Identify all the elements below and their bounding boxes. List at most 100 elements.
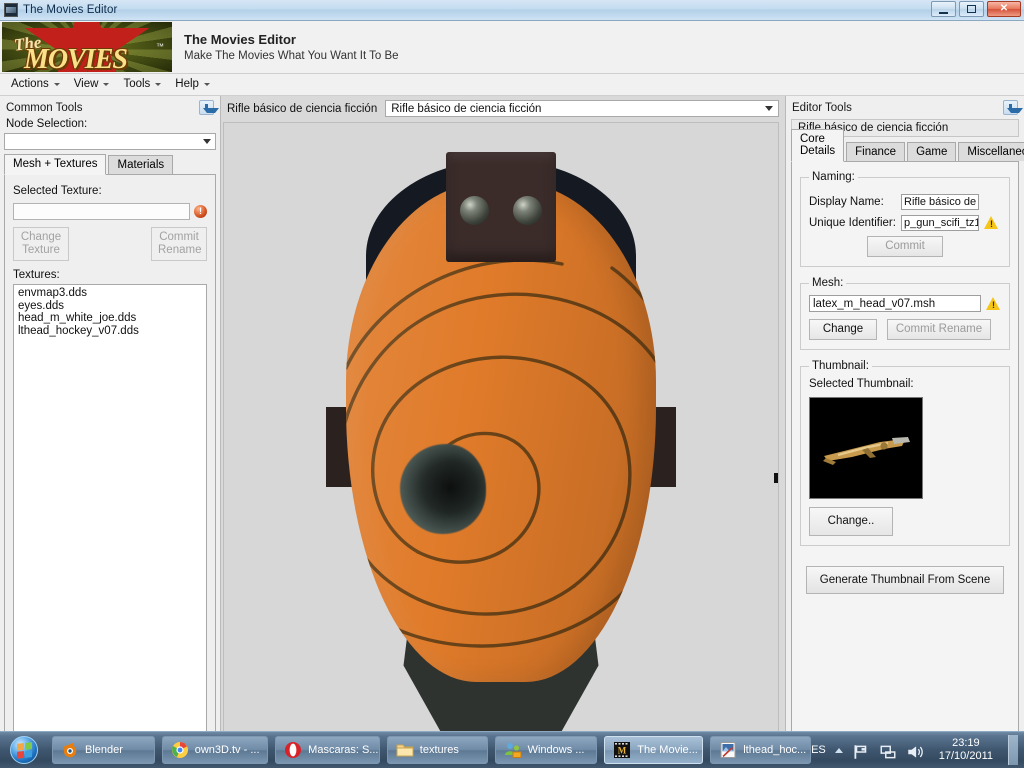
selected-texture-row: ! bbox=[13, 203, 207, 220]
sci-fi-rifle-thumbnail-icon bbox=[823, 437, 910, 465]
tab-finance[interactable]: Finance bbox=[846, 142, 906, 161]
minimize-icon bbox=[939, 9, 948, 14]
language-indicator[interactable]: ES bbox=[811, 744, 826, 756]
tab-miscellaneous[interactable]: Miscellaneous bbox=[958, 142, 1024, 161]
volume-icon[interactable] bbox=[906, 743, 924, 758]
chrome-icon bbox=[171, 741, 189, 759]
list-item[interactable]: envmap3.dds bbox=[17, 287, 203, 300]
network-flag-icon[interactable] bbox=[852, 743, 870, 759]
unique-identifier-label: Unique Identifier: bbox=[809, 217, 896, 229]
chevron-down-icon bbox=[765, 106, 773, 111]
generate-thumbnail-button[interactable]: Generate Thumbnail From Scene bbox=[806, 566, 1004, 594]
textures-listbox[interactable]: envmap3.dds eyes.dds head_m_white_joe.dd… bbox=[13, 284, 207, 757]
display-name-input[interactable]: Rifle básico de cie bbox=[901, 194, 979, 210]
model-goggles bbox=[446, 152, 556, 262]
naming-legend: Naming: bbox=[812, 171, 855, 183]
right-tab-strip: Core Details Finance Game Miscellaneous bbox=[791, 129, 1024, 162]
auto-hide-pin-icon[interactable] bbox=[1003, 100, 1023, 115]
taskbar-item-own3d[interactable]: own3D.tv - ... bbox=[161, 736, 269, 764]
goggle-lens-left bbox=[460, 196, 489, 225]
tab-mesh-textures[interactable]: Mesh + Textures bbox=[4, 154, 107, 175]
change-thumbnail-button[interactable]: Change.. bbox=[809, 507, 893, 536]
taskbar-item-the-movies[interactable]: M The Movie... bbox=[604, 736, 704, 764]
menu-help[interactable]: Help bbox=[170, 76, 217, 93]
menu-tools-label: Tools bbox=[123, 78, 151, 90]
unique-identifier-input[interactable]: p_gun_scifi_tz1 bbox=[901, 215, 979, 231]
mesh-textures-tab-body: Selected Texture: ! Change Texture Commi… bbox=[4, 174, 216, 764]
naming-group: Naming: Display Name: Rifle básico de ci… bbox=[800, 171, 1010, 267]
object-selector-bar: Rifle básico de ciencia ficción Rifle bá… bbox=[221, 96, 785, 118]
commit-button[interactable]: Commit bbox=[867, 236, 943, 257]
node-selection-dropdown[interactable] bbox=[4, 133, 216, 150]
logo-trademark: ™ bbox=[156, 42, 164, 51]
chevron-down-icon bbox=[155, 82, 162, 86]
list-item[interactable]: head_m_white_joe.dds bbox=[17, 312, 203, 325]
maximize-button[interactable] bbox=[959, 1, 984, 17]
core-details-tab-body: Naming: Display Name: Rifle básico de ci… bbox=[791, 161, 1019, 764]
object-combo-value: Rifle básico de ciencia ficción bbox=[391, 102, 542, 115]
tab-game[interactable]: Game bbox=[907, 142, 957, 161]
commit-row: Commit bbox=[809, 236, 1001, 257]
menu-view[interactable]: View bbox=[69, 76, 117, 93]
work-area: Common Tools Node Selection: Mesh + Text… bbox=[0, 96, 1024, 768]
show-desktop-button[interactable] bbox=[1008, 735, 1018, 765]
selected-texture-input[interactable] bbox=[13, 203, 190, 220]
chevron-down-icon bbox=[53, 82, 60, 86]
image-editor-icon bbox=[719, 741, 737, 759]
list-item[interactable]: lthead_hockey_v07.dds bbox=[17, 325, 203, 338]
taskbar-item-blender[interactable]: Blender bbox=[52, 736, 155, 764]
thumbnail-preview[interactable] bbox=[809, 397, 923, 499]
title-bar: The Movies Editor ✕ bbox=[0, 0, 1024, 21]
3d-model-viewport[interactable] bbox=[223, 122, 779, 762]
mesh-legend: Mesh: bbox=[812, 277, 844, 289]
commit-rename-texture-button[interactable]: Commit Rename bbox=[151, 227, 207, 261]
brand-header: The MOVIES ™ The Movies Editor Make The … bbox=[0, 21, 1024, 74]
system-tray: ES 23:19 17/10/2011 bbox=[811, 735, 1024, 765]
clock[interactable]: 23:19 17/10/2011 bbox=[933, 737, 999, 763]
change-texture-button[interactable]: Change Texture bbox=[13, 227, 69, 261]
menu-bar: Actions View Tools Help bbox=[0, 74, 1024, 96]
taskbar-item-mascaras[interactable]: Mascaras: S... bbox=[275, 736, 380, 764]
warning-icon bbox=[986, 296, 1001, 311]
taskbar-item-windows-live[interactable]: Windows ... bbox=[494, 736, 598, 764]
menu-tools[interactable]: Tools bbox=[118, 76, 168, 93]
display-name-label: Display Name: bbox=[809, 196, 884, 208]
chevron-down-icon bbox=[103, 82, 110, 86]
taskbar-item-label: own3D.tv - ... bbox=[194, 744, 260, 756]
change-mesh-button[interactable]: Change bbox=[809, 319, 877, 340]
object-combo[interactable]: Rifle básico de ciencia ficción bbox=[385, 100, 779, 117]
common-tools-header: Common Tools bbox=[0, 96, 220, 117]
taskbar-item-label: Blender bbox=[85, 744, 123, 756]
taskbar-item-textures[interactable]: textures bbox=[386, 736, 488, 764]
mesh-input[interactable]: latex_m_head_v07.msh bbox=[809, 295, 981, 312]
list-item[interactable]: eyes.dds bbox=[17, 300, 203, 313]
auto-hide-pin-icon[interactable] bbox=[199, 100, 219, 115]
warning-icon bbox=[984, 216, 999, 230]
tab-materials[interactable]: Materials bbox=[108, 155, 174, 174]
movies-film-icon: M bbox=[613, 741, 631, 759]
tobi-mask-model bbox=[321, 142, 681, 742]
menu-actions[interactable]: Actions bbox=[6, 76, 67, 93]
maximize-icon bbox=[967, 5, 976, 13]
minimize-button[interactable] bbox=[931, 1, 956, 17]
center-column: Rifle básico de ciencia ficción Rifle bá… bbox=[221, 96, 785, 768]
node-selection-label: Node Selection: bbox=[6, 118, 88, 130]
common-tools-panel: Common Tools Node Selection: Mesh + Text… bbox=[0, 96, 221, 768]
thumbnail-group: Thumbnail: Selected Thumbnail: Change.. bbox=[800, 360, 1010, 546]
close-button[interactable]: ✕ bbox=[987, 1, 1021, 17]
taskbar-item-lthead[interactable]: lthead_hoc... bbox=[710, 736, 812, 764]
logo-movies-text: MOVIES bbox=[24, 44, 128, 72]
textures-label: Textures: bbox=[13, 269, 60, 281]
taskbar-item-label: textures bbox=[419, 744, 459, 756]
taskbar-item-label: Windows ... bbox=[527, 744, 585, 756]
tab-core-details[interactable]: Core Details bbox=[791, 129, 845, 162]
folder-icon bbox=[396, 741, 414, 759]
commit-rename-mesh-button[interactable]: Commit Rename bbox=[887, 319, 991, 340]
show-hidden-icons-arrow[interactable] bbox=[834, 747, 843, 753]
taskbar: Blender own3D.tv - ... Mascaras: S... te… bbox=[0, 731, 1024, 768]
mesh-group: Mesh: latex_m_head_v07.msh Change Commit… bbox=[800, 277, 1010, 350]
network-icon[interactable] bbox=[879, 743, 897, 758]
start-button[interactable] bbox=[3, 734, 45, 766]
windows-live-icon bbox=[504, 741, 522, 759]
opera-icon bbox=[284, 741, 302, 759]
